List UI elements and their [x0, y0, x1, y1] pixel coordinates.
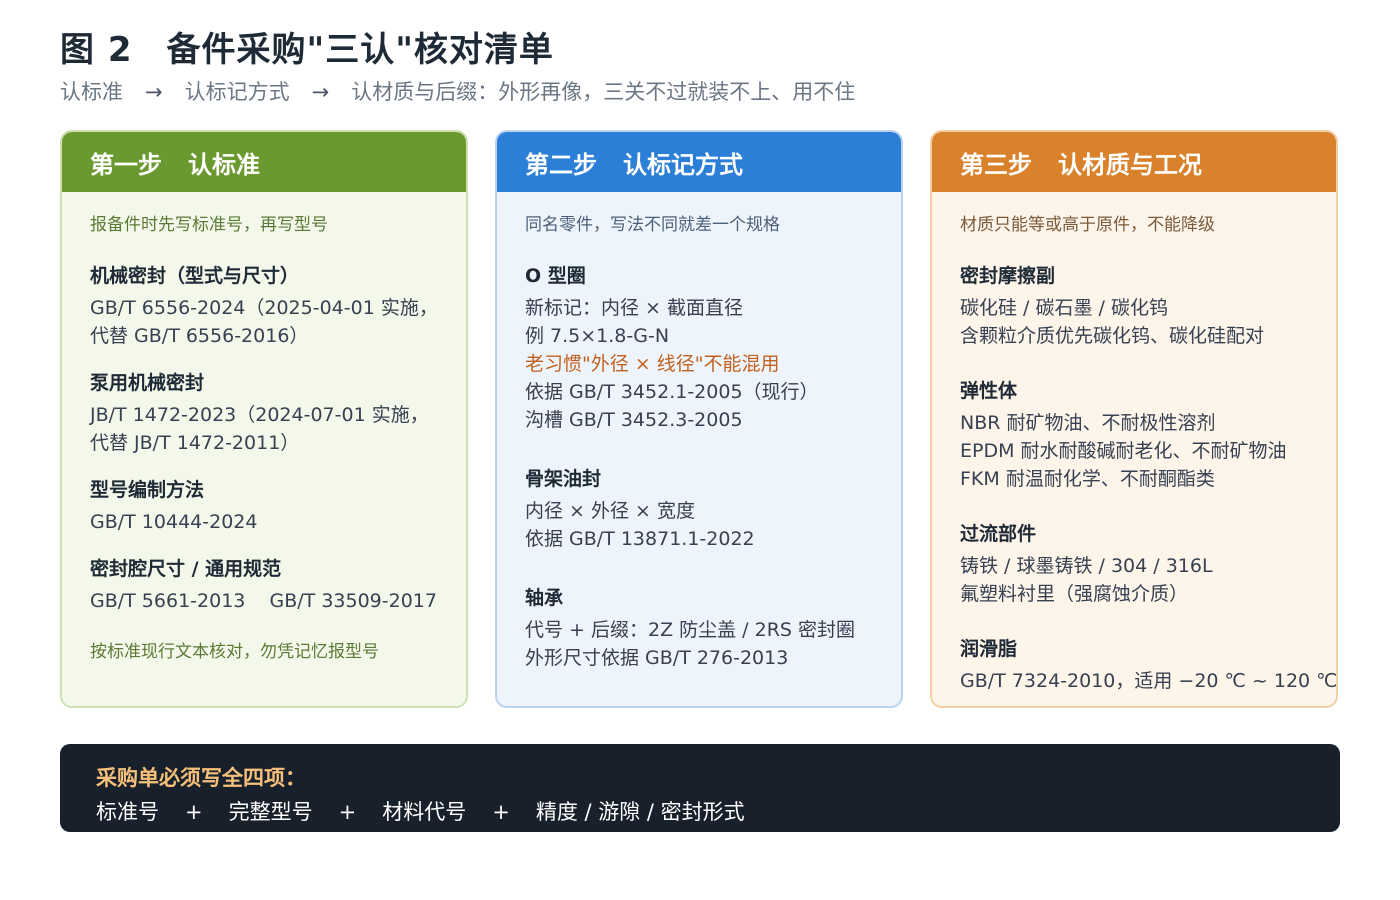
card-step-label: 第三步	[960, 150, 1032, 179]
section-title: 轴承	[525, 587, 564, 609]
arrow-right-icon: →	[311, 80, 330, 104]
section-title: 型号编制方法	[90, 479, 205, 501]
section-title: 润滑脂	[960, 638, 1018, 660]
section-title: 过流部件	[960, 523, 1037, 545]
section-line: 例 7.5×1.8-G-N	[525, 325, 670, 347]
step-card-marking: 第二步 认标记方式 同名零件，写法不同就差一个规格 O 型圈 新标记：内径 × 截…	[495, 130, 903, 708]
plus-icon: +	[492, 800, 510, 824]
section-line: GB/T 10444-2024	[90, 511, 258, 533]
section-line: 铸铁 / 球墨铸铁 / 304 / 316L	[960, 555, 1213, 577]
card-header: 第三步 认材质与工况	[932, 132, 1336, 192]
subtitle-part-1: 认标准	[60, 80, 123, 104]
card-section: 密封腔尺寸 / 通用规范 GB/T 5661-2013 GB/T 33509-2…	[90, 554, 466, 615]
step-card-standard: 第一步 认标准 报备件时先写标准号，再写型号 机械密封（型式与尺寸） GB/T 6…	[60, 130, 468, 708]
card-section: 轴承 代号 + 后缀：2Z 防尘盖 / 2RS 密封圈 外形尺寸依据 GB/T …	[525, 583, 901, 672]
figure-number: 图 2	[60, 30, 133, 70]
subtitle-part-3: 认材质与后缀：外形再像，三关不过就装不上、用不住	[351, 80, 856, 104]
figure-subtitle: 认标准 → 认标记方式 → 认材质与后缀：外形再像，三关不过就装不上、用不住	[60, 76, 855, 106]
section-title: 密封摩擦副	[960, 265, 1056, 287]
card-section: O 型圈 新标记：内径 × 截面直径 例 7.5×1.8-G-N 老习惯"外径 …	[525, 261, 901, 434]
plus-icon: +	[338, 800, 357, 824]
section-line: 代替 GB/T 6556-2016）	[90, 325, 309, 347]
summary-bar: 采购单必须写全四项： 标准号 + 完整型号 + 材料代号 + 精度 / 游隙 / 密封形式	[60, 744, 1340, 832]
card-section: 型号编制方法 GB/T 10444-2024	[90, 475, 466, 536]
card-note: 材质只能等或高于原件，不能降级	[960, 215, 1215, 235]
section-title: O 型圈	[525, 265, 586, 287]
subtitle-part-2: 认标记方式	[184, 80, 290, 104]
section-line: GB/T 5661-2013 GB/T 33509-2017	[90, 590, 437, 612]
figure-title-text: 备件采购"三认"核对清单	[166, 30, 554, 70]
card-step-label: 第二步	[525, 150, 597, 179]
card-section: 过流部件 铸铁 / 球墨铸铁 / 304 / 316L 氟塑料衬里（强腐蚀介质）	[960, 519, 1336, 608]
section-line: 代替 JB/T 1472-2011）	[90, 432, 300, 454]
card-body: 材质只能等或高于原件，不能降级 密封摩擦副 碳化硅 / 碳石墨 / 碳化钨 含颗…	[932, 192, 1336, 695]
card-step-name: 认材质与工况	[1058, 150, 1202, 179]
section-line: FKM 耐温耐化学、不耐酮酯类	[960, 468, 1215, 490]
section-line: 新标记：内径 × 截面直径	[525, 297, 743, 319]
section-line: 氟塑料衬里（强腐蚀介质）	[960, 583, 1189, 605]
card-note: 报备件时先写标准号，再写型号	[90, 215, 328, 235]
section-line: 内径 × 外径 × 宽度	[525, 500, 695, 522]
card-step-name: 认标记方式	[623, 150, 743, 179]
card-section: 泵用机械密封 JB/T 1472-2023（2024-07-01 实施， 代替 …	[90, 368, 466, 457]
section-line: GB/T 6556-2024（2025-04-01 实施，	[90, 297, 438, 319]
plus-icon: +	[185, 800, 203, 824]
summary-item: 完整型号	[228, 800, 313, 824]
card-section: 弹性体 NBR 耐矿物油、不耐极性溶剂 EPDM 耐水耐酸碱耐老化、不耐矿物油 …	[960, 376, 1336, 493]
summary-item: 标准号	[96, 800, 159, 824]
card-section: 密封摩擦副 碳化硅 / 碳石墨 / 碳化钨 含颗粒介质优先碳化钨、碳化硅配对	[960, 261, 1336, 350]
section-line: 依据 GB/T 3452.1-2005（现行）	[525, 381, 819, 403]
card-section: 润滑脂 GB/T 7324-2010，适用 −20 ℃ ~ 120 ℃	[960, 634, 1336, 695]
summary-item: 精度 / 游隙 / 密封形式	[535, 800, 745, 824]
card-body: 报备件时先写标准号，再写型号 机械密封（型式与尺寸） GB/T 6556-202…	[62, 192, 466, 662]
step-card-material: 第三步 认材质与工况 材质只能等或高于原件，不能降级 密封摩擦副 碳化硅 / 碳石…	[930, 130, 1338, 708]
arrow-right-icon: →	[145, 80, 163, 104]
section-line: 碳化硅 / 碳石墨 / 碳化钨	[960, 297, 1168, 319]
section-line: 含颗粒介质优先碳化钨、碳化硅配对	[960, 325, 1265, 347]
card-footnote: 按标准现行文本核对，勿凭记忆报型号	[90, 642, 379, 662]
section-line: NBR 耐矿物油、不耐极性溶剂	[960, 412, 1216, 434]
card-step-name: 认标准	[188, 150, 260, 179]
section-line: GB/T 7324-2010，适用 −20 ℃ ~ 120 ℃	[960, 670, 1338, 692]
section-line: 依据 GB/T 13871.1-2022	[525, 528, 755, 550]
section-title: 机械密封（型式与尺寸）	[90, 265, 300, 287]
section-line: JB/T 1472-2023（2024-07-01 实施，	[90, 404, 429, 426]
section-title: 骨架油封	[525, 468, 602, 490]
section-line: 外形尺寸依据 GB/T 276-2013	[525, 647, 789, 669]
summary-items: 标准号 + 完整型号 + 材料代号 + 精度 / 游隙 / 密封形式	[96, 796, 1340, 826]
card-step-label: 第一步	[90, 150, 162, 179]
warning-line: 老习惯"外径 × 线径"不能混用	[525, 353, 780, 375]
card-body: 同名零件，写法不同就差一个规格 O 型圈 新标记：内径 × 截面直径 例 7.5…	[497, 192, 901, 672]
section-line: 代号 + 后缀：2Z 防尘盖 / 2RS 密封圈	[525, 619, 856, 641]
card-note: 同名零件，写法不同就差一个规格	[525, 215, 780, 235]
section-title: 密封腔尺寸 / 通用规范	[90, 558, 282, 580]
figure-title: 图 2 备件采购"三认"核对清单	[60, 22, 554, 71]
section-line: EPDM 耐水耐酸碱耐老化、不耐矿物油	[960, 440, 1287, 462]
section-line: 沟槽 GB/T 3452.3-2005	[525, 409, 743, 431]
section-title: 弹性体	[960, 380, 1018, 402]
card-header: 第一步 认标准	[62, 132, 466, 192]
section-title: 泵用机械密封	[90, 372, 205, 394]
summary-item: 材料代号	[382, 800, 467, 824]
summary-title: 采购单必须写全四项：	[96, 766, 306, 790]
card-section: 骨架油封 内径 × 外径 × 宽度 依据 GB/T 13871.1-2022	[525, 464, 901, 553]
card-header: 第二步 认标记方式	[497, 132, 901, 192]
card-section: 机械密封（型式与尺寸） GB/T 6556-2024（2025-04-01 实施…	[90, 261, 466, 350]
